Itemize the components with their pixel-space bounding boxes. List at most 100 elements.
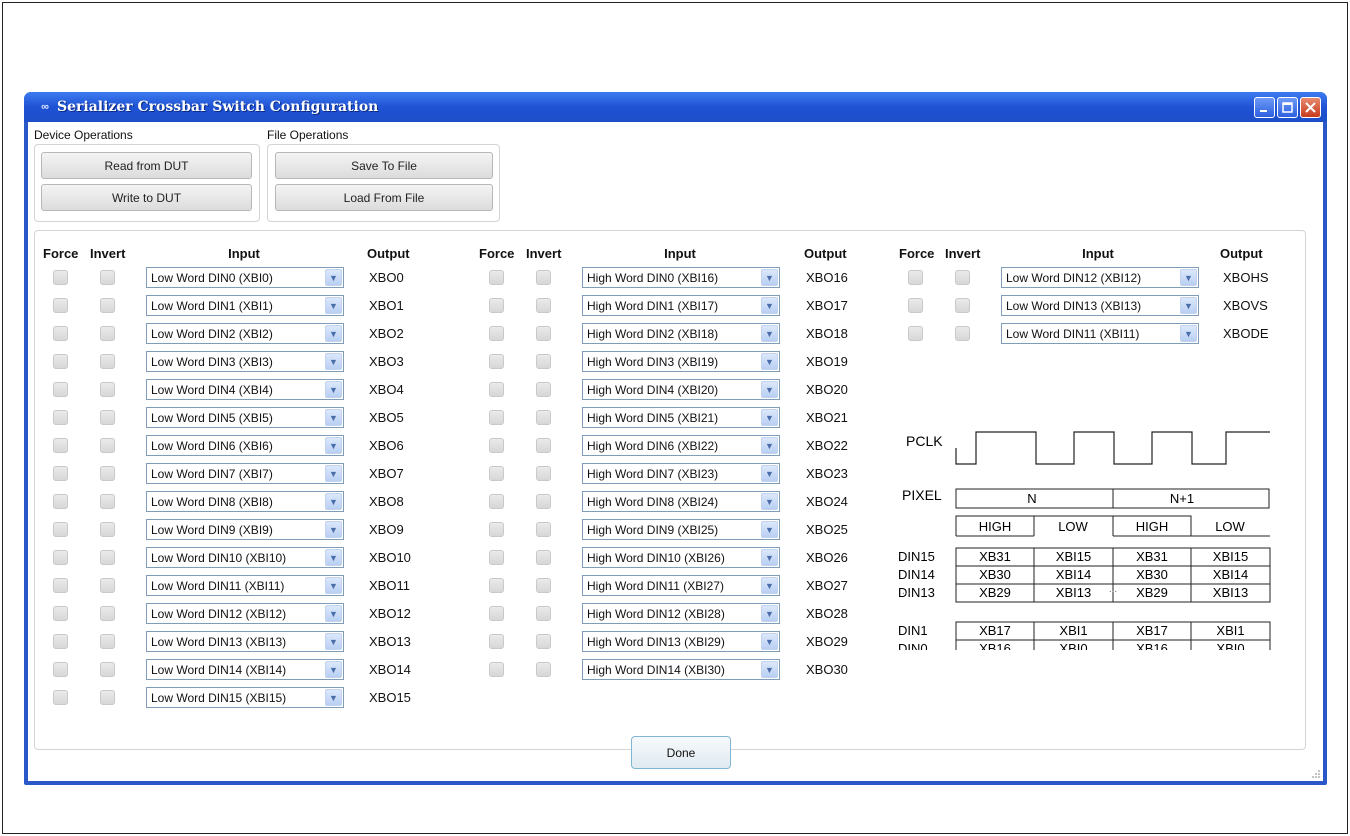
input-select[interactable]: High Word DIN0 (XBI16) ▼	[582, 267, 780, 288]
chevron-down-icon[interactable]: ▼	[761, 605, 778, 622]
done-button[interactable]: Done	[631, 736, 731, 769]
chevron-down-icon[interactable]: ▼	[325, 409, 342, 426]
invert-checkbox[interactable]	[536, 634, 551, 649]
force-checkbox[interactable]	[489, 634, 504, 649]
invert-checkbox[interactable]	[955, 298, 970, 313]
chevron-down-icon[interactable]: ▼	[761, 493, 778, 510]
force-checkbox[interactable]	[908, 270, 923, 285]
chevron-down-icon[interactable]: ▼	[1180, 269, 1197, 286]
title-bar[interactable]: ∞ Serializer Crossbar Switch Configurati…	[24, 92, 1327, 122]
invert-checkbox[interactable]	[100, 438, 115, 453]
invert-checkbox[interactable]	[536, 298, 551, 313]
force-checkbox[interactable]	[908, 326, 923, 341]
invert-checkbox[interactable]	[536, 382, 551, 397]
minimize-button[interactable]	[1254, 96, 1275, 118]
force-checkbox[interactable]	[53, 354, 68, 369]
input-select[interactable]: Low Word DIN12 (XBI12) ▼	[146, 603, 344, 624]
invert-checkbox[interactable]	[100, 494, 115, 509]
read-from-dut-button[interactable]: Read from DUT	[41, 152, 252, 179]
input-select[interactable]: High Word DIN8 (XBI24) ▼	[582, 491, 780, 512]
chevron-down-icon[interactable]: ▼	[761, 661, 778, 678]
input-select[interactable]: High Word DIN7 (XBI23) ▼	[582, 463, 780, 484]
input-select[interactable]: Low Word DIN11 (XBI11) ▼	[1001, 323, 1199, 344]
input-select[interactable]: Low Word DIN13 (XBI13) ▼	[146, 631, 344, 652]
invert-checkbox[interactable]	[536, 466, 551, 481]
input-select[interactable]: Low Word DIN1 (XBI1) ▼	[146, 295, 344, 316]
write-to-dut-button[interactable]: Write to DUT	[41, 184, 252, 211]
invert-checkbox[interactable]	[100, 298, 115, 313]
force-checkbox[interactable]	[53, 662, 68, 677]
force-checkbox[interactable]	[53, 438, 68, 453]
input-select[interactable]: High Word DIN5 (XBI21) ▼	[582, 407, 780, 428]
invert-checkbox[interactable]	[100, 410, 115, 425]
input-select[interactable]: Low Word DIN2 (XBI2) ▼	[146, 323, 344, 344]
force-checkbox[interactable]	[489, 298, 504, 313]
chevron-down-icon[interactable]: ▼	[761, 633, 778, 650]
chevron-down-icon[interactable]: ▼	[325, 549, 342, 566]
force-checkbox[interactable]	[53, 606, 68, 621]
force-checkbox[interactable]	[489, 578, 504, 593]
force-checkbox[interactable]	[489, 270, 504, 285]
invert-checkbox[interactable]	[536, 410, 551, 425]
invert-checkbox[interactable]	[100, 662, 115, 677]
invert-checkbox[interactable]	[100, 550, 115, 565]
input-select[interactable]: Low Word DIN6 (XBI6) ▼	[146, 435, 344, 456]
invert-checkbox[interactable]	[536, 270, 551, 285]
force-checkbox[interactable]	[489, 326, 504, 341]
chevron-down-icon[interactable]: ▼	[325, 269, 342, 286]
invert-checkbox[interactable]	[536, 662, 551, 677]
invert-checkbox[interactable]	[536, 606, 551, 621]
invert-checkbox[interactable]	[100, 354, 115, 369]
invert-checkbox[interactable]	[100, 382, 115, 397]
input-select[interactable]: Low Word DIN5 (XBI5) ▼	[146, 407, 344, 428]
invert-checkbox[interactable]	[100, 634, 115, 649]
input-select[interactable]: High Word DIN10 (XBI26) ▼	[582, 547, 780, 568]
input-select[interactable]: High Word DIN2 (XBI18) ▼	[582, 323, 780, 344]
input-select[interactable]: Low Word DIN4 (XBI4) ▼	[146, 379, 344, 400]
force-checkbox[interactable]	[53, 270, 68, 285]
chevron-down-icon[interactable]: ▼	[325, 465, 342, 482]
invert-checkbox[interactable]	[100, 466, 115, 481]
chevron-down-icon[interactable]: ▼	[761, 549, 778, 566]
invert-checkbox[interactable]	[100, 578, 115, 593]
chevron-down-icon[interactable]: ▼	[325, 689, 342, 706]
chevron-down-icon[interactable]: ▼	[761, 437, 778, 454]
chevron-down-icon[interactable]: ▼	[1180, 325, 1197, 342]
invert-checkbox[interactable]	[100, 690, 115, 705]
chevron-down-icon[interactable]: ▼	[325, 605, 342, 622]
force-checkbox[interactable]	[489, 550, 504, 565]
input-select[interactable]: High Word DIN9 (XBI25) ▼	[582, 519, 780, 540]
input-select[interactable]: High Word DIN6 (XBI22) ▼	[582, 435, 780, 456]
input-select[interactable]: Low Word DIN9 (XBI9) ▼	[146, 519, 344, 540]
input-select[interactable]: High Word DIN13 (XBI29) ▼	[582, 631, 780, 652]
force-checkbox[interactable]	[489, 438, 504, 453]
force-checkbox[interactable]	[908, 298, 923, 313]
force-checkbox[interactable]	[489, 494, 504, 509]
input-select[interactable]: Low Word DIN0 (XBI0) ▼	[146, 267, 344, 288]
chevron-down-icon[interactable]: ▼	[761, 465, 778, 482]
invert-checkbox[interactable]	[100, 606, 115, 621]
invert-checkbox[interactable]	[100, 522, 115, 537]
chevron-down-icon[interactable]: ▼	[761, 521, 778, 538]
close-button[interactable]	[1300, 96, 1321, 118]
force-checkbox[interactable]	[489, 354, 504, 369]
chevron-down-icon[interactable]: ▼	[761, 353, 778, 370]
chevron-down-icon[interactable]: ▼	[325, 437, 342, 454]
input-select[interactable]: High Word DIN3 (XBI19) ▼	[582, 351, 780, 372]
force-checkbox[interactable]	[53, 494, 68, 509]
chevron-down-icon[interactable]: ▼	[325, 297, 342, 314]
input-select[interactable]: Low Word DIN3 (XBI3) ▼	[146, 351, 344, 372]
chevron-down-icon[interactable]: ▼	[325, 353, 342, 370]
chevron-down-icon[interactable]: ▼	[325, 633, 342, 650]
chevron-down-icon[interactable]: ▼	[325, 381, 342, 398]
force-checkbox[interactable]	[53, 522, 68, 537]
input-select[interactable]: High Word DIN14 (XBI30) ▼	[582, 659, 780, 680]
invert-checkbox[interactable]	[536, 326, 551, 341]
input-select[interactable]: Low Word DIN8 (XBI8) ▼	[146, 491, 344, 512]
chevron-down-icon[interactable]: ▼	[761, 577, 778, 594]
force-checkbox[interactable]	[489, 410, 504, 425]
chevron-down-icon[interactable]: ▼	[325, 577, 342, 594]
chevron-down-icon[interactable]: ▼	[1180, 297, 1197, 314]
input-select[interactable]: Low Word DIN12 (XBI12) ▼	[1001, 267, 1199, 288]
input-select[interactable]: High Word DIN4 (XBI20) ▼	[582, 379, 780, 400]
